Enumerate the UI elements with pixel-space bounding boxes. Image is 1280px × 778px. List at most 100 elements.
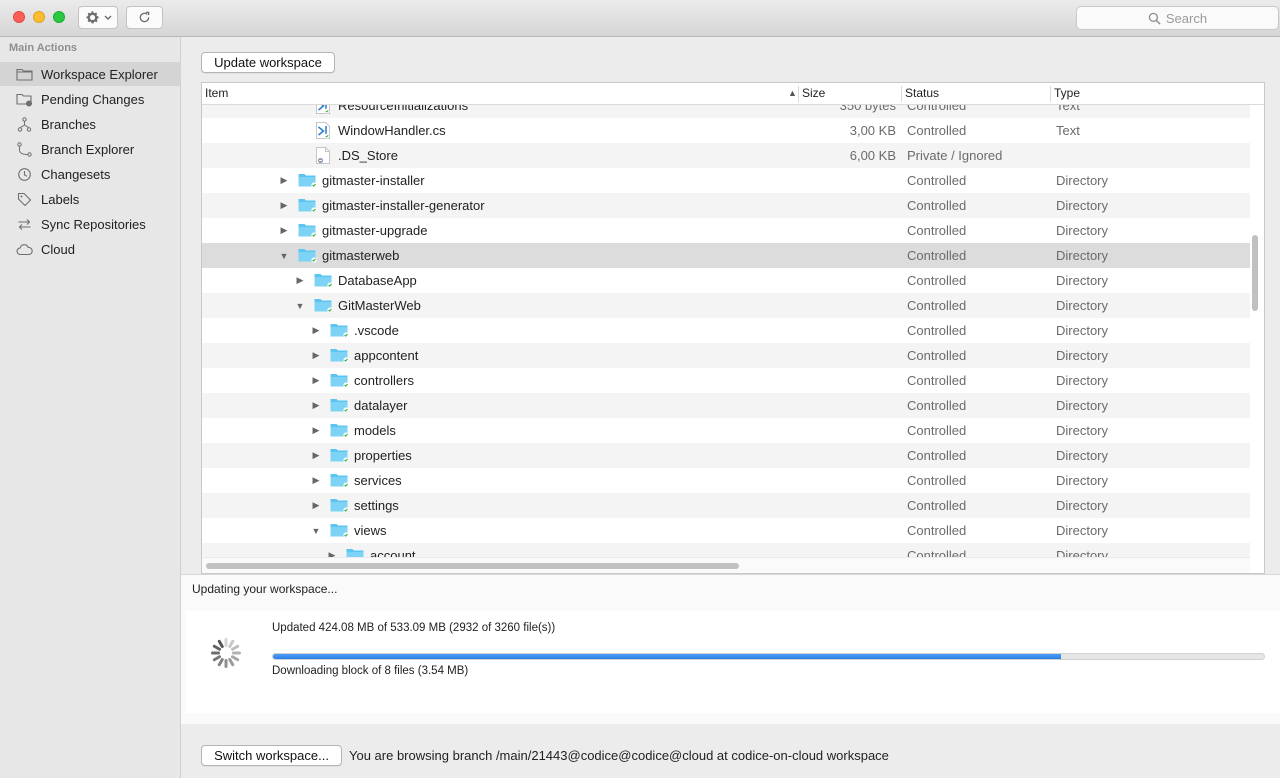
cell-type: Directory (1056, 248, 1109, 263)
cell-type: Directory (1056, 298, 1109, 313)
column-header-size[interactable]: Size (799, 83, 825, 105)
cell-name: account (370, 548, 416, 557)
expand-arrow-icon[interactable]: ▶ (310, 468, 322, 493)
sidebar-item-workspace-explorer[interactable]: Workspace Explorer (0, 62, 181, 86)
table-row[interactable]: ▼ GitMasterWeb Controlled Directory (202, 293, 1250, 318)
cell-name: services (354, 473, 402, 488)
cell-status: Controlled (907, 298, 967, 313)
table-row[interactable]: ▶ properties Controlled Directory (202, 443, 1250, 468)
table-row[interactable]: WindowHandler.cs 3,00 KB Controlled Text (202, 118, 1250, 143)
table-row[interactable]: ▶ controllers Controlled Directory (202, 368, 1250, 393)
cell-type: Directory (1056, 548, 1109, 557)
sidebar-item-changesets[interactable]: Changesets (0, 162, 181, 186)
sidebar-item-branches[interactable]: Branches (0, 112, 181, 136)
sidebar-item-label: Branches (41, 116, 96, 132)
sidebar-item-labels[interactable]: Labels (0, 187, 181, 211)
chevron-down-icon (104, 15, 111, 20)
cell-status: Controlled (907, 373, 967, 388)
expand-arrow-icon[interactable]: ▶ (310, 493, 322, 518)
table-row[interactable]: ▶ gitmaster-upgrade Controlled Directory (202, 218, 1250, 243)
expand-arrow-icon[interactable]: ▶ (310, 368, 322, 393)
expand-arrow-icon[interactable]: ▶ (310, 343, 322, 368)
cell-status: Controlled (907, 473, 967, 488)
collapse-arrow-icon[interactable]: ▼ (310, 518, 322, 543)
table-row[interactable]: ▶ services Controlled Directory (202, 468, 1250, 493)
table-row[interactable]: ResourceInitializations 350 bytes Controll… (202, 105, 1250, 118)
table-row[interactable]: ▶ settings Controlled Directory (202, 493, 1250, 518)
cell-type: Directory (1056, 173, 1109, 188)
cell-size (806, 518, 896, 543)
table-row[interactable]: ▶ .vscode Controlled Directory (202, 318, 1250, 343)
expand-arrow-icon[interactable]: ▶ (310, 418, 322, 443)
column-header-type[interactable]: Type (1051, 83, 1080, 105)
expand-arrow-icon[interactable]: ▶ (294, 268, 306, 293)
minimize-window-button[interactable] (33, 11, 45, 23)
cell-size (806, 293, 896, 318)
spinner-icon (211, 638, 241, 668)
sidebar-item-pending-changes[interactable]: Pending Changes (0, 87, 181, 111)
cell-type: Text (1056, 105, 1080, 113)
table-row[interactable]: ▶ models Controlled Directory (202, 418, 1250, 443)
cell-status: Controlled (907, 248, 967, 263)
folder-icon (330, 372, 349, 388)
cell-size (806, 318, 896, 343)
table-row[interactable]: .DS_Store 6,00 KB Private / Ignored (202, 143, 1250, 168)
cell-type: Directory (1056, 423, 1109, 438)
maximize-window-button[interactable] (53, 11, 65, 23)
table-row[interactable]: ▶ DatabaseApp Controlled Directory (202, 268, 1250, 293)
table-row[interactable]: ▼ gitmasterweb Controlled Directory (202, 243, 1250, 268)
cell-size: 3,00 KB (849, 123, 896, 138)
sidebar-item-branch-explorer[interactable]: Branch Explorer (0, 137, 181, 161)
update-workspace-button[interactable]: Update workspace (201, 52, 335, 73)
sidebar-item-cloud[interactable]: Cloud (0, 237, 181, 261)
expand-arrow-icon[interactable]: ▶ (310, 318, 322, 343)
table-row[interactable]: ▶ gitmaster-installer Controlled Directory (202, 168, 1250, 193)
sidebar-item-label: Pending Changes (41, 91, 145, 107)
refresh-button[interactable] (126, 6, 163, 29)
switch-workspace-button[interactable]: Switch workspace... (201, 744, 342, 766)
sidebar-item-sync-repositories[interactable]: Sync Repositories (0, 212, 181, 236)
expand-arrow-icon[interactable]: ▶ (278, 218, 290, 243)
code-file-icon (316, 105, 330, 114)
collapse-arrow-icon[interactable]: ▼ (278, 243, 290, 268)
horizontal-scrollbar[interactable] (206, 563, 739, 569)
table-row[interactable]: ▶ datalayer Controlled Directory (202, 393, 1250, 418)
cell-size (806, 243, 896, 268)
table-row[interactable]: ▼ views Controlled Directory (202, 518, 1250, 543)
refresh-icon (139, 11, 150, 23)
sidebar-item-label: Labels (41, 191, 80, 207)
cell-type: Directory (1056, 348, 1109, 363)
sidebar-item-label: Changesets (41, 166, 111, 182)
cell-name: properties (354, 448, 412, 463)
folder-icon (298, 247, 317, 263)
cell-name: DatabaseApp (338, 273, 417, 288)
cell-type: Directory (1056, 323, 1109, 338)
settings-menu-button[interactable] (78, 6, 118, 29)
search-field[interactable]: Search (1076, 6, 1279, 30)
cell-name: gitmaster-installer-generator (322, 198, 485, 213)
cell-size (806, 368, 896, 393)
expand-arrow-icon[interactable]: ▶ (278, 168, 290, 193)
cell-name: WindowHandler.cs (338, 123, 446, 138)
vertical-scrollbar[interactable] (1252, 235, 1258, 311)
cell-status: Controlled (907, 123, 967, 138)
table-row[interactable]: ▶ gitmaster-installer-generator Controlled… (202, 193, 1250, 218)
title-bar: Search (0, 0, 1280, 37)
cell-name: .DS_Store (338, 148, 398, 163)
cell-type: Directory (1056, 398, 1109, 413)
folder-icon (16, 67, 33, 82)
expand-arrow-icon[interactable]: ▶ (310, 393, 322, 418)
expand-arrow-icon[interactable]: ▶ (326, 543, 338, 557)
horizontal-scroll-track (202, 557, 1250, 573)
close-window-button[interactable] (13, 11, 25, 23)
expand-arrow-icon[interactable]: ▶ (310, 443, 322, 468)
table-body: ResourceInitializations 350 bytes Controll… (202, 105, 1250, 557)
column-header-status[interactable]: Status (902, 83, 939, 105)
folder-icon (330, 322, 349, 338)
expand-arrow-icon[interactable]: ▶ (278, 193, 290, 218)
collapse-arrow-icon[interactable]: ▼ (294, 293, 306, 318)
table-row[interactable]: ▶ appcontent Controlled Directory (202, 343, 1250, 368)
table-row[interactable]: ▶ account Controlled Directory (202, 543, 1250, 557)
folder-icon (330, 397, 349, 413)
column-header-item[interactable]: Item (202, 83, 228, 105)
